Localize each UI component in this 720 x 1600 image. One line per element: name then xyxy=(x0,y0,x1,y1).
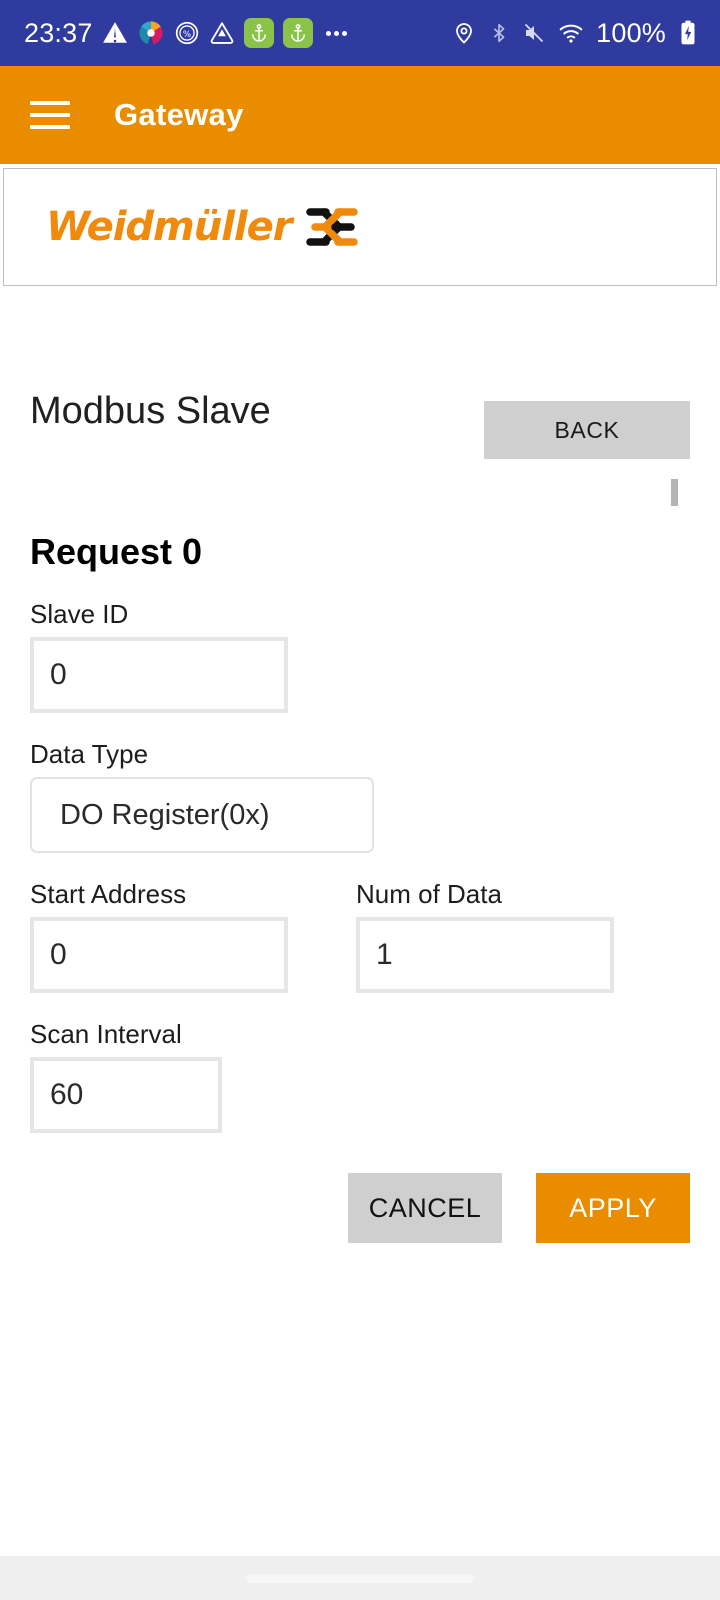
apply-button[interactable]: APPLY xyxy=(536,1173,690,1243)
app-bar: Gateway xyxy=(0,66,720,164)
status-bar-left-group: 23:37 % xyxy=(24,18,347,49)
slave-id-label: Slave ID xyxy=(30,599,129,629)
num-of-data-label: Num of Data xyxy=(356,879,502,909)
app-screen: 23:37 % 100% Gateway Weidmüller Modbus S… xyxy=(0,0,720,1600)
field-start-address: Start Address 0 xyxy=(30,879,288,993)
field-scan-interval: Scan Interval 60 xyxy=(30,1019,690,1133)
screen-title: Modbus Slave xyxy=(30,390,271,432)
triangle-shield-icon xyxy=(209,20,235,46)
app-logo-circle-icon xyxy=(137,19,165,47)
data-type-select[interactable]: DO Register(0x) xyxy=(30,777,374,853)
form-actions: CANCEL APPLY xyxy=(30,1173,690,1243)
warning-triangle-icon xyxy=(102,20,128,46)
field-slave-id: Slave ID 0 xyxy=(30,599,690,713)
status-bar-right-group: 100% xyxy=(452,18,698,49)
data-type-label: Data Type xyxy=(30,739,149,769)
gesture-home-handle[interactable] xyxy=(246,1573,474,1583)
bluetooth-icon xyxy=(488,22,510,44)
brand-banner: Weidmüller xyxy=(3,168,717,286)
start-address-input[interactable]: 0 xyxy=(30,917,288,993)
brand-name: Weidmüller xyxy=(46,204,292,250)
battery-charging-icon xyxy=(678,20,698,46)
page-title: Gateway xyxy=(114,97,244,132)
field-data-type: Data Type DO Register(0x) xyxy=(30,739,690,853)
section-title: Request 0 xyxy=(30,531,203,572)
battery-percent-label: 100% xyxy=(596,17,666,48)
scan-interval-value[interactable]: 60 xyxy=(34,1061,218,1129)
main-content: Modbus Slave BACK Request 0 Slave ID 0 D… xyxy=(0,390,720,1243)
num-of-data-value[interactable]: 1 xyxy=(360,921,610,989)
percent-circle-icon: % xyxy=(174,20,200,46)
svg-text:%: % xyxy=(182,30,190,40)
back-button[interactable]: BACK xyxy=(484,401,690,459)
system-navigation-bar xyxy=(0,1556,720,1600)
cancel-button[interactable]: CANCEL xyxy=(348,1173,502,1243)
slave-id-value[interactable]: 0 xyxy=(34,641,284,709)
more-dots-icon xyxy=(325,30,347,36)
anchor-badge-icon xyxy=(282,18,313,48)
scan-interval-label: Scan Interval xyxy=(30,1019,182,1049)
wifi-icon xyxy=(558,20,584,46)
start-address-label: Start Address xyxy=(30,879,187,909)
volume-muted-icon xyxy=(522,21,546,45)
field-row-address: Start Address 0 Num of Data 1 xyxy=(30,879,690,993)
hamburger-menu-icon[interactable] xyxy=(30,101,70,129)
weidmuller-mark-icon xyxy=(305,204,359,250)
page-header-row: Modbus Slave BACK xyxy=(30,390,690,459)
status-bar-clock: 23:37 xyxy=(24,17,93,48)
scrollbar-thumb[interactable] xyxy=(671,479,678,506)
slave-id-input[interactable]: 0 xyxy=(30,637,288,713)
field-num-of-data: Num of Data 1 xyxy=(356,879,614,993)
anchor-badge-icon xyxy=(243,18,274,48)
location-pin-icon xyxy=(452,21,476,45)
num-of-data-input[interactable]: 1 xyxy=(356,917,614,993)
status-bar: 23:37 % 100% xyxy=(0,0,720,66)
scan-interval-input[interactable]: 60 xyxy=(30,1057,222,1133)
start-address-value[interactable]: 0 xyxy=(34,921,284,989)
